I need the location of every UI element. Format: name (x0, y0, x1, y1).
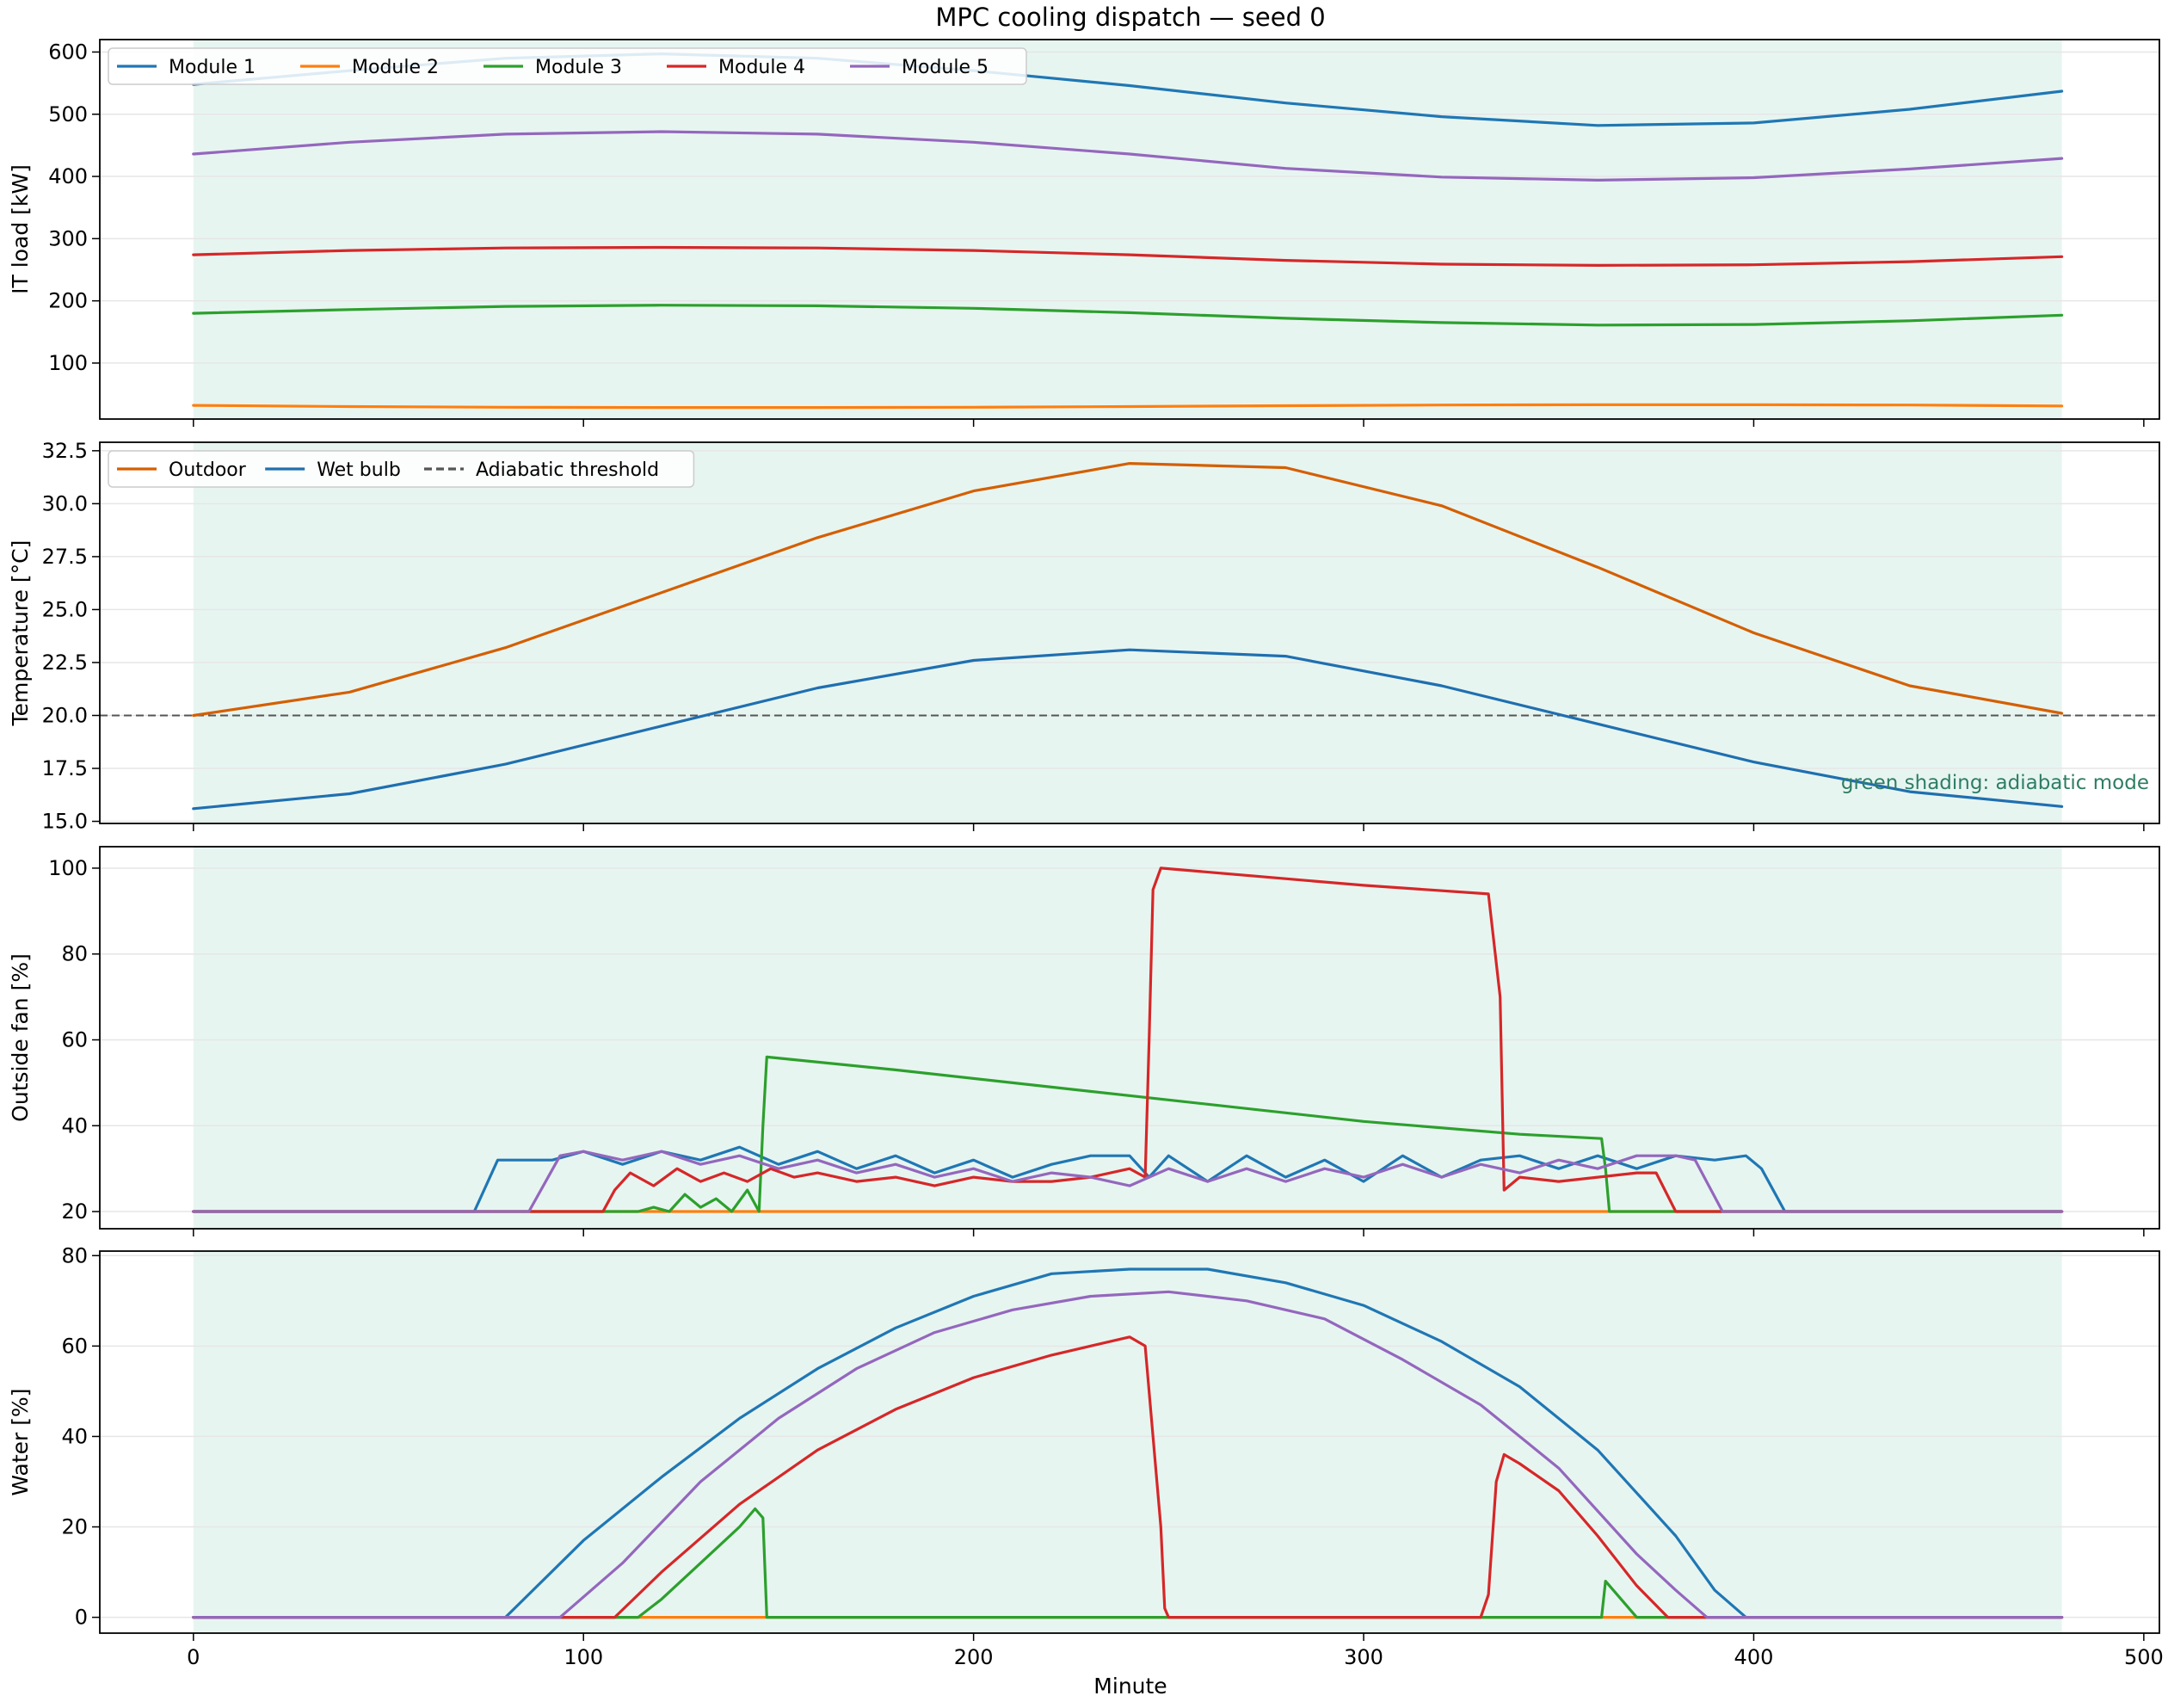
adiabatic-shading (193, 1251, 2062, 1633)
legend-entry: Module 4 (718, 57, 805, 78)
y-tick-label: 20 (61, 1515, 88, 1539)
y-tick-label: 0 (75, 1606, 88, 1630)
y-tick-label: 40 (61, 1113, 88, 1138)
y-tick-label: 600 (48, 40, 88, 64)
y-tick-label: 22.5 (42, 651, 88, 675)
chart-canvas: MPC cooling dispatch — seed 0 Minute 100… (8, 3, 2164, 1699)
legend-entry: Wet bulb (317, 459, 401, 481)
y-tick-label: 100 (48, 351, 88, 375)
panel-1: 100 200 300 400 500 600 IT load [kW] Module 1 Mo… (8, 39, 2160, 427)
x-tick-label: 100 (564, 1645, 603, 1669)
adiabatic-shading (193, 40, 2062, 419)
panel-2: 15.0 17.5 20.0 22.5 25.0 27.5 30.0 32.5 Temperat… (8, 439, 2160, 834)
y-tick-label: 400 (48, 164, 88, 188)
y-tick-label: 20.0 (42, 703, 88, 727)
x-tick-label: 200 (954, 1645, 994, 1669)
adiabatic-note: green shading: adiabatic mode (1841, 772, 2149, 794)
y-axis-label: Temperature [°C] (8, 540, 33, 727)
chart-panels: 100200300400500600IT load [kW]Module 1 Mo… (8, 39, 2164, 1669)
x-tick-label: 300 (1344, 1645, 1383, 1669)
y-tick-label: 17.5 (42, 756, 88, 780)
y-tick-label: 80 (61, 1243, 88, 1267)
legend-entry: Module 5 (902, 57, 989, 78)
y-tick-label: 27.5 (42, 545, 88, 569)
y-tick-label: 20 (61, 1199, 88, 1224)
y-tick-label: 25.0 (42, 597, 88, 621)
y-tick-label: 100 (48, 856, 88, 880)
y-axis-label: IT load [kW] (8, 164, 33, 294)
y-tick-label: 60 (61, 1027, 88, 1051)
y-tick-label: 300 (48, 226, 88, 250)
legend-entry: Module 2 (352, 57, 439, 78)
x-tick-label: 400 (1734, 1645, 1774, 1669)
y-axis-label: Outside fan [%] (8, 953, 33, 1122)
y-tick-label: 15.0 (42, 810, 88, 834)
chart-figure: MPC cooling dispatch — seed 0 Minute 100… (0, 0, 2168, 1704)
panel-4: 0 20 40 60 80 0 100 200 300 400 500 Water [%] (8, 1243, 2164, 1669)
panel-3: 20 40 60 80 100 Outside fan [%] (8, 846, 2160, 1236)
y-tick-label: 60 (61, 1334, 88, 1358)
legend-entry: Module 3 (535, 57, 622, 78)
x-axis-label: Minute (1093, 1674, 1167, 1699)
y-tick-label: 80 (61, 942, 88, 966)
adiabatic-shading (193, 847, 2062, 1229)
legend-entry: Adiabatic threshold (476, 459, 659, 481)
x-tick-label: 500 (2124, 1645, 2164, 1669)
y-tick-label: 30.0 (42, 491, 88, 515)
legend-entry: Module 1 (169, 57, 256, 78)
x-tick-label: 0 (187, 1645, 200, 1669)
chart-title: MPC cooling dispatch — seed 0 (935, 3, 1325, 32)
y-tick-label: 200 (48, 289, 88, 313)
y-tick-label: 40 (61, 1424, 88, 1448)
y-tick-label: 500 (48, 102, 88, 126)
y-tick-label: 32.5 (42, 439, 88, 463)
y-axis-label: Water [%] (8, 1388, 33, 1495)
legend-entry: Outdoor (169, 459, 247, 481)
